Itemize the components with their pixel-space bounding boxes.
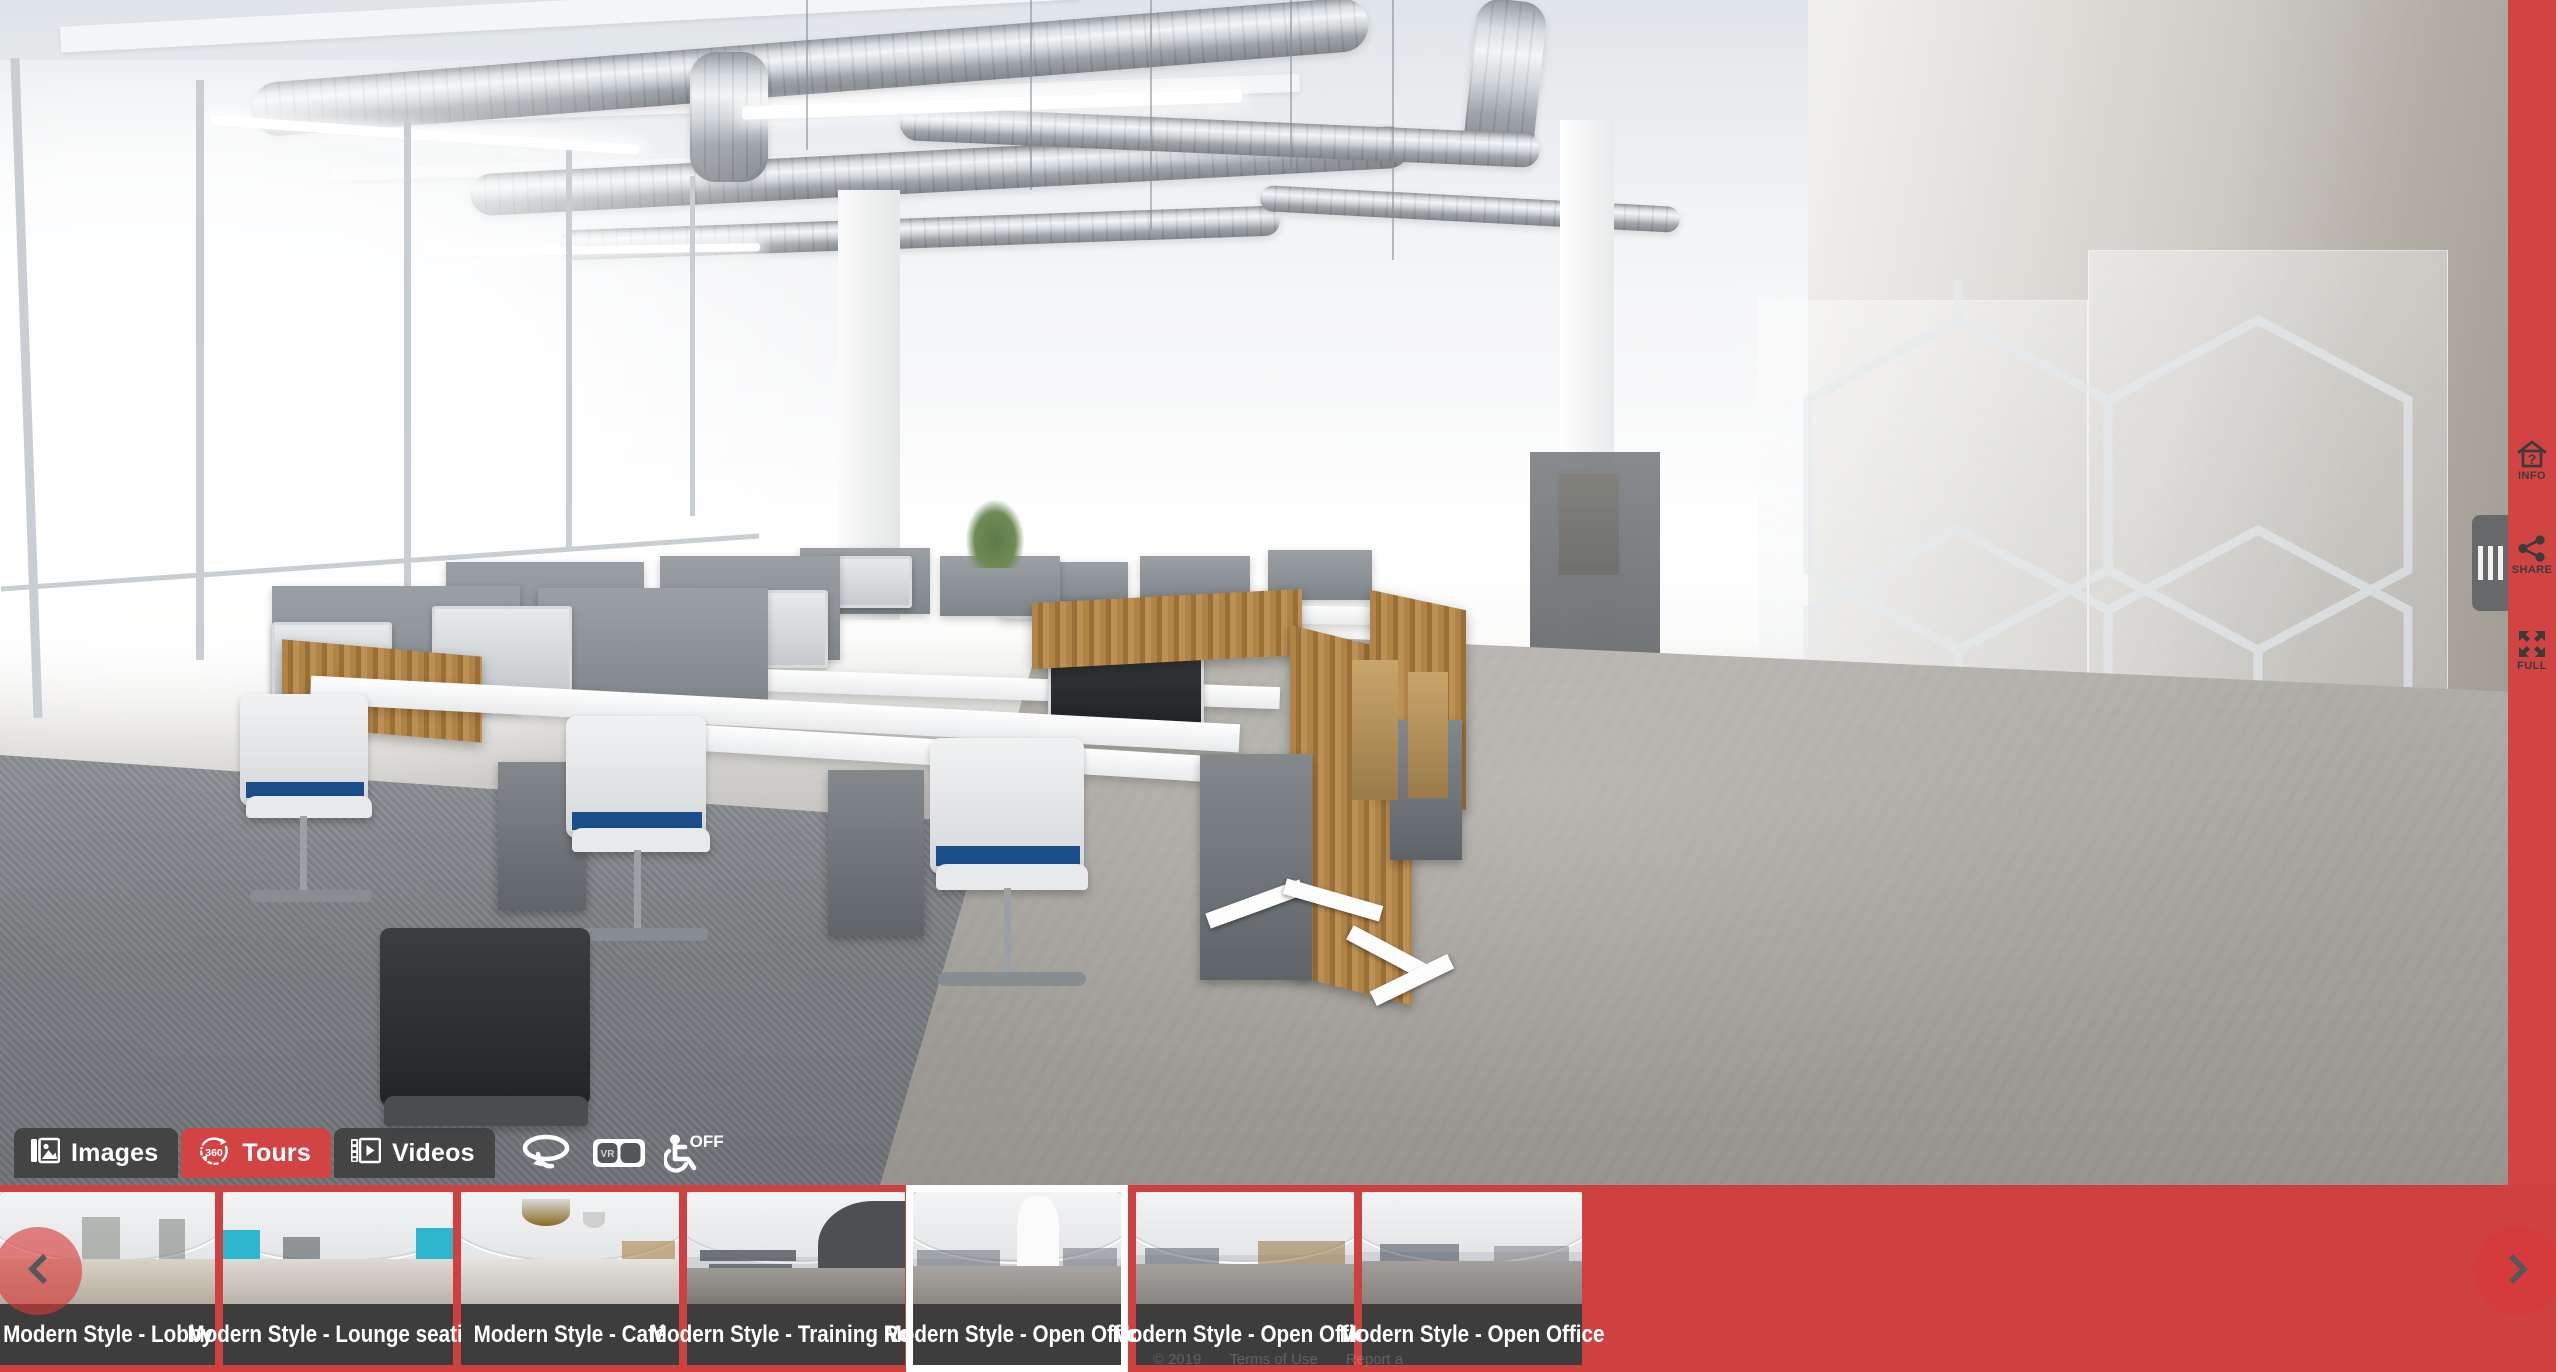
scene-filmstrip: © 2019 Terms of Use Report a Modern Styl… [0, 1185, 2556, 1372]
chair-accent [936, 846, 1080, 866]
thumbnail-label: Modern Style - Lounge seating [187, 1320, 489, 1348]
chair-base [938, 972, 1086, 986]
image-icon [30, 1137, 61, 1169]
window-mullion [566, 150, 572, 550]
fullscreen-label: FULL [2517, 660, 2547, 672]
pedestal-cabinet [828, 770, 924, 936]
window-mullion [690, 176, 695, 516]
thumbnail-image [1136, 1192, 1354, 1304]
film-icon [350, 1137, 382, 1169]
hanging-rod [1392, 0, 1394, 260]
hanging-rod [1150, 0, 1152, 230]
counter-stool [1352, 660, 1398, 800]
thumbnail-image [913, 1192, 1121, 1304]
house-question-icon: ? [2508, 440, 2556, 468]
tab-videos-label: Videos [391, 1138, 475, 1167]
thumbnail-lounge-seating[interactable]: Modern Style - Lounge seating [188, 1192, 488, 1365]
accessibility-icon[interactable]: OFF [663, 1128, 724, 1178]
thumbnail-label: Modern Style - Café [473, 1320, 667, 1348]
thumbnail-label: Modern Style - Open Office [1112, 1320, 1378, 1348]
nav-hotspot-right[interactable] [1345, 925, 1475, 1007]
autorotate-icon[interactable] [518, 1128, 574, 1178]
media-type-toolbar: Images 360 Tours Videos VR OFF [14, 1128, 724, 1178]
wood-privacy-panel [1032, 588, 1302, 670]
counter-stool [1408, 672, 1448, 798]
share-label: SHARE [2511, 564, 2553, 576]
thumbnail-caption: Modern Style - Training Room [650, 1304, 942, 1365]
chair-base [574, 928, 708, 941]
thumbnail-label: Modern Style - Lobby [2, 1320, 213, 1348]
hanging-rod [1290, 0, 1292, 170]
thumbnail-caption: Modern Style - Lounge seating [188, 1304, 488, 1365]
thumbnail-image [461, 1192, 679, 1304]
drag-handle-bar [2497, 546, 2503, 580]
svg-text:360: 360 [206, 1147, 224, 1159]
hanging-rod [806, 0, 808, 150]
rail-drag-handle[interactable] [2472, 515, 2508, 611]
tab-videos[interactable]: Videos [333, 1128, 495, 1178]
office-plant [966, 500, 1024, 568]
nav-hotspot-forward[interactable] [1205, 872, 1384, 932]
chair-seat [246, 796, 372, 818]
tab-images[interactable]: Images [14, 1128, 179, 1178]
chair-seat [572, 828, 710, 852]
share-nodes-icon [2508, 535, 2556, 562]
expand-arrows-icon [2508, 630, 2556, 658]
thumbnail-training-room[interactable]: Modern Style - Training Room [650, 1192, 942, 1365]
tab-images-label: Images [71, 1138, 159, 1167]
tab-tours[interactable]: 360 Tours [181, 1128, 331, 1178]
thumbnail-cafe[interactable]: Modern Style - Café [461, 1192, 679, 1365]
chair-seat [384, 1096, 588, 1126]
chair-column [1004, 888, 1011, 976]
thumbnail-open-office-3[interactable]: Modern Style - Open Office [1340, 1192, 1604, 1365]
thumbnail-image [687, 1192, 905, 1304]
panorama-stage[interactable]: Images 360 Tours Videos VR OFF [0, 0, 2508, 1185]
thumbnail-caption: Modern Style - Open Office [885, 1304, 1149, 1365]
360-icon: 360 [197, 1135, 231, 1172]
drag-handle-bar [2487, 546, 2493, 580]
chevron-left-icon [16, 1247, 60, 1296]
info-button[interactable]: ? INFO [2508, 440, 2556, 482]
drag-handle-bar [2477, 546, 2483, 580]
info-label: INFO [2518, 470, 2546, 482]
chair-seat [936, 864, 1088, 890]
accessibility-state-label: OFF [689, 1132, 724, 1151]
fullscreen-button[interactable]: FULL [2508, 630, 2556, 672]
window-mullion [404, 120, 411, 590]
thumbnail-caption: Modern Style - Café [461, 1304, 679, 1365]
tab-tours-label: Tours [242, 1138, 311, 1167]
monitor [828, 556, 912, 608]
svg-text:?: ? [2528, 451, 2537, 467]
pedestal-cabinet [1200, 754, 1312, 980]
share-button[interactable]: SHARE [2508, 535, 2556, 576]
chair-base [250, 890, 372, 902]
thumbnail-open-office-2[interactable]: Modern Style - Open Office [1113, 1192, 1377, 1365]
thumbnail-open-office-selected[interactable]: Modern Style - Open Office [885, 1185, 1149, 1372]
thumbnail-image [1362, 1192, 1582, 1304]
chevron-right-icon [2496, 1247, 2540, 1296]
thumbnail-caption: Modern Style - Open Office [1340, 1304, 1604, 1365]
thumbnail-image [223, 1192, 453, 1304]
chair-column [300, 816, 307, 894]
thumbnail-caption: Modern Style - Open Office [1113, 1304, 1377, 1365]
side-tool-rail: ? INFO SHARE FULL [2508, 0, 2556, 1185]
tour-viewer-app: Images 360 Tours Videos VR OFF ? INFO SH… [0, 0, 2556, 1372]
chair-column [634, 850, 641, 932]
svg-text:VR: VR [600, 1149, 615, 1160]
office-chair-foreground [380, 928, 590, 1106]
thumbnail-label: Modern Style - Open Office [884, 1320, 1150, 1348]
thumbnail-label: Modern Style - Open Office [1339, 1320, 1605, 1348]
filmstrip-next-button[interactable] [2474, 1227, 2556, 1315]
hanging-rod [1030, 0, 1032, 190]
vr-goggles-icon[interactable]: VR [591, 1128, 647, 1178]
